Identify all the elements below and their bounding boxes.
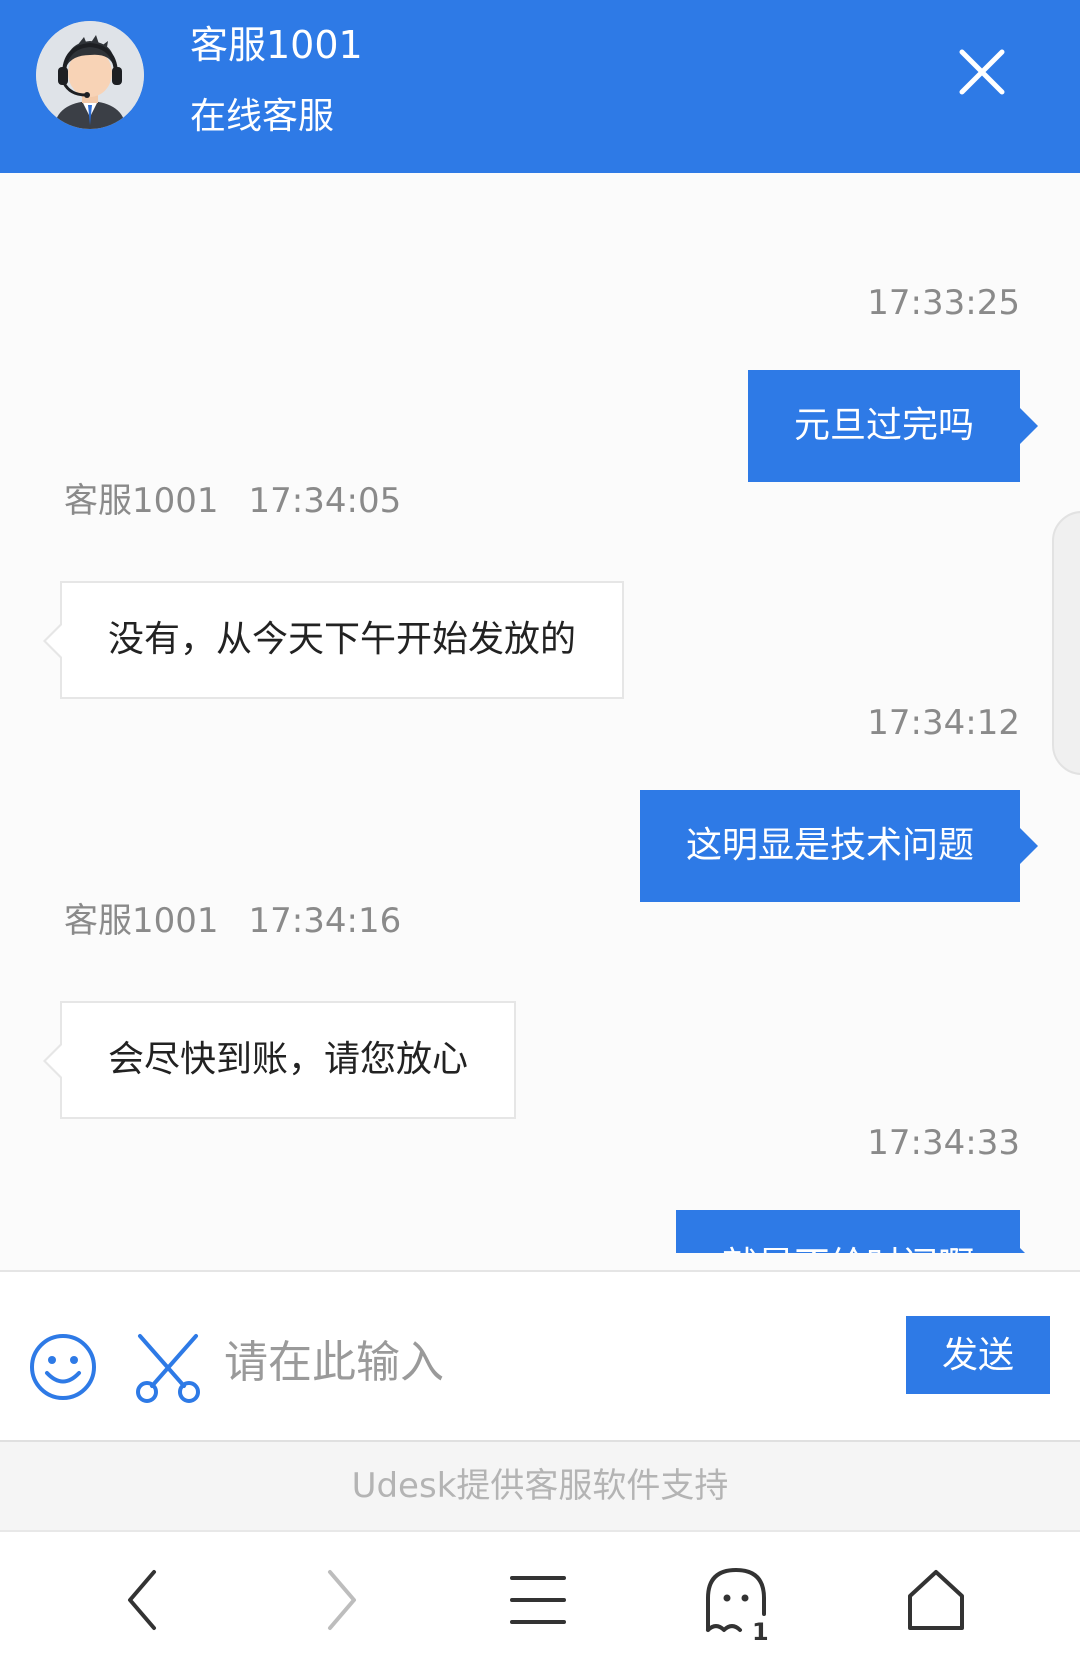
powered-by-text: Udesk提供客服软件支持 xyxy=(0,1442,1080,1532)
home-button[interactable] xyxy=(896,1560,976,1640)
home-icon xyxy=(908,1570,964,1630)
close-button[interactable] xyxy=(950,40,1014,104)
message-timestamp: 17:34:33 xyxy=(867,1123,1020,1163)
agent-status: 在线客服 xyxy=(190,96,335,137)
message-sender: 客服1001 xyxy=(64,901,219,941)
customer-service-agent-avatar-icon xyxy=(36,21,144,129)
menu-icon xyxy=(510,1576,566,1624)
message-input[interactable] xyxy=(224,1322,884,1402)
screenshot-button[interactable] xyxy=(132,1332,204,1404)
message-sender: 客服1001 xyxy=(64,481,219,521)
outgoing-message-bubble: 元旦过完吗 xyxy=(747,370,1039,482)
chevron-right-icon xyxy=(328,1570,356,1630)
scissors-icon xyxy=(136,1334,200,1403)
chat-message-list[interactable]: 17:33:25 元旦过完吗 客服1001 17:34:05 没有，从今天下午开始… xyxy=(0,173,1080,1253)
browser-navigation-bar: 1 xyxy=(0,1532,1080,1673)
incoming-message-meta: 客服1001 17:34:16 xyxy=(64,899,401,943)
agent-avatar xyxy=(36,21,144,129)
chat-header: 客服1001 在线客服 xyxy=(0,0,1080,173)
forward-button[interactable] xyxy=(300,1560,380,1640)
floating-side-handle[interactable] xyxy=(1052,511,1080,775)
message-timestamp: 17:34:12 xyxy=(867,703,1020,743)
incoming-message-meta: 客服1001 17:34:05 xyxy=(64,479,401,523)
incoming-message-bubble: 没有，从今天下午开始发放的 xyxy=(42,581,625,699)
smiley-icon xyxy=(30,1334,96,1400)
close-icon xyxy=(959,49,1005,95)
chevron-left-icon xyxy=(128,1570,156,1630)
tab-count: 1 xyxy=(752,1618,769,1646)
outgoing-message-bubble: 就是不给时间啊 xyxy=(675,1210,1039,1253)
tabs-button[interactable]: 1 xyxy=(696,1560,776,1646)
incoming-message-bubble: 会尽快到账，请您放心 xyxy=(42,1001,517,1119)
message-timestamp: 17:33:25 xyxy=(867,283,1020,323)
message-timestamp: 17:34:16 xyxy=(248,901,402,941)
agent-name: 客服1001 xyxy=(190,23,363,67)
back-button[interactable] xyxy=(104,1560,184,1640)
message-input-bar: 发送 xyxy=(0,1270,1080,1442)
menu-button[interactable] xyxy=(498,1560,578,1640)
send-button[interactable]: 发送 xyxy=(906,1316,1050,1394)
emoji-button[interactable] xyxy=(28,1332,98,1402)
message-timestamp: 17:34:05 xyxy=(248,481,402,521)
outgoing-message-bubble: 这明显是技术问题 xyxy=(639,790,1039,902)
